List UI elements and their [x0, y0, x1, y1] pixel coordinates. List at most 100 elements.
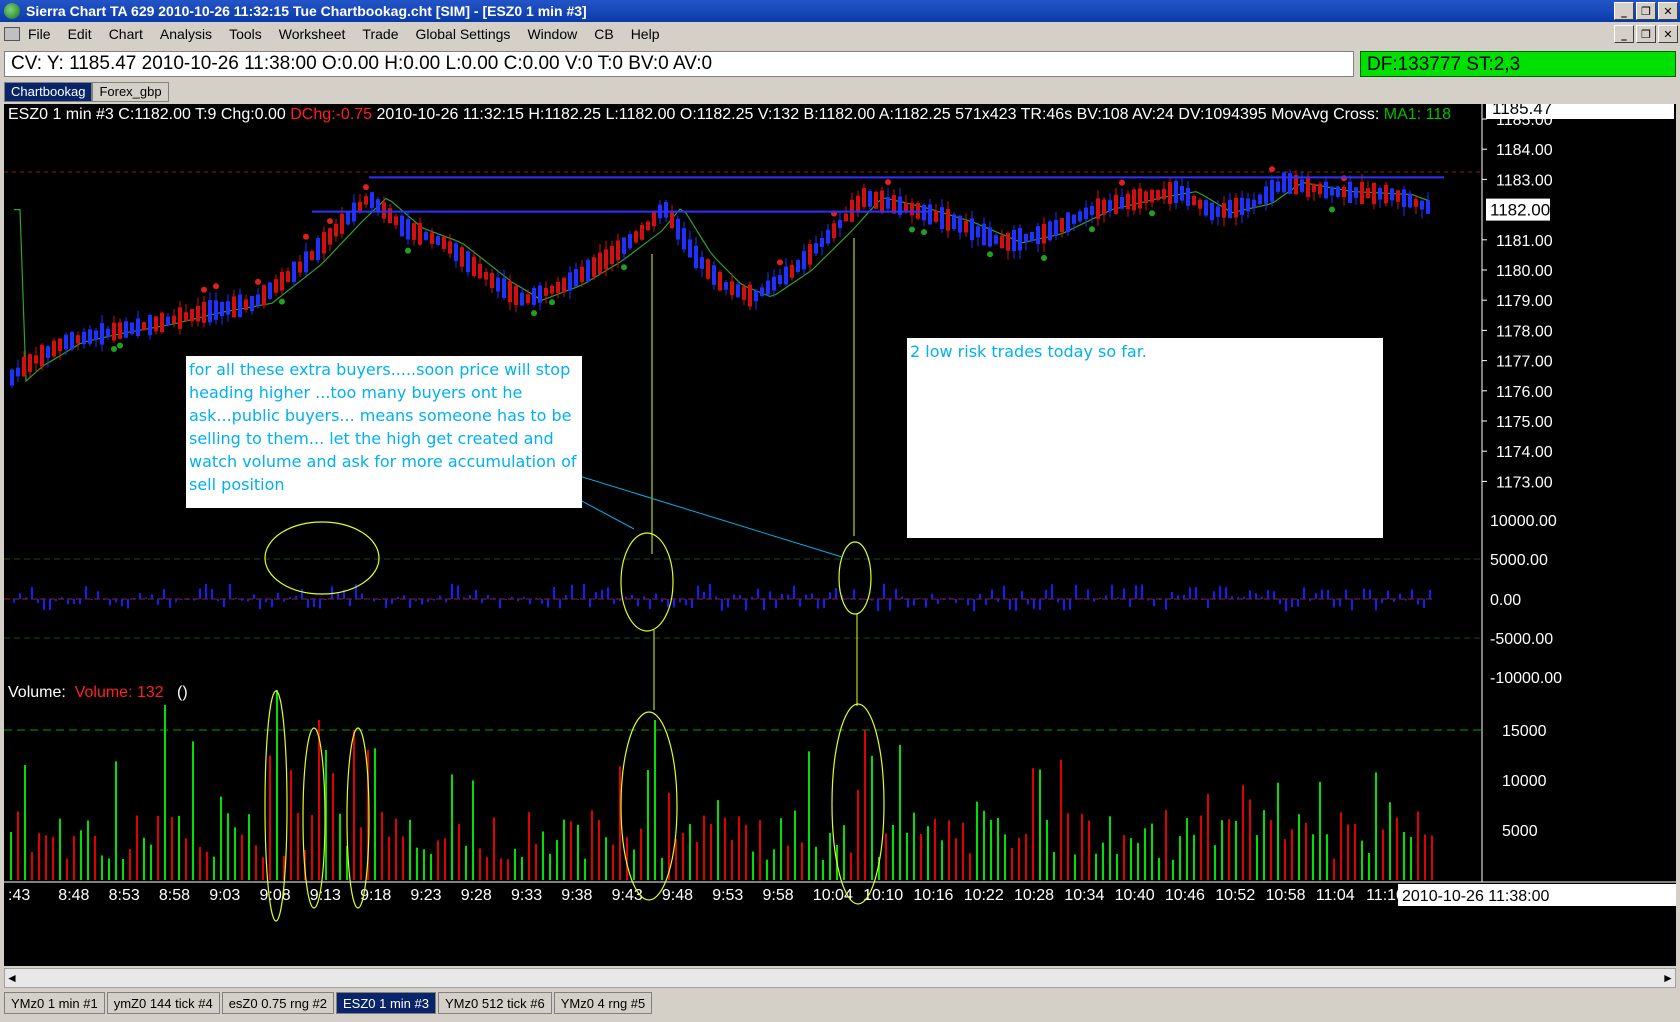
price-tick-label: 1178.00	[1496, 323, 1553, 340]
volume-bar	[1319, 781, 1321, 880]
pivot-low-dot	[279, 298, 285, 305]
volume-bar	[297, 813, 299, 880]
menu-global-settings[interactable]: Global Settings	[415, 26, 510, 42]
menu-chart[interactable]: Chart	[109, 26, 143, 42]
scroll-right-icon[interactable]: ►	[1661, 971, 1675, 985]
volume-bar	[1186, 818, 1188, 880]
price-bar	[364, 196, 368, 205]
chartbook-tab-chartbookag[interactable]: Chartbookag	[4, 82, 93, 102]
price-bar	[472, 256, 476, 277]
price-tick-label: 1176.00	[1496, 384, 1553, 401]
chart-area[interactable]: 1185.00 1184.00 1183.00 1181.00 1180.00 1179.…	[4, 104, 1676, 966]
volume-bar	[465, 845, 467, 880]
delta-bar	[493, 597, 495, 599]
price-bar	[586, 260, 590, 282]
chart-tab-ymz0-4rng[interactable]: YMz0 4 rng #5	[553, 992, 653, 1014]
volume-bar	[1424, 834, 1426, 880]
volume-bar	[1389, 802, 1391, 880]
delta-bar	[271, 599, 273, 608]
chart-tab-ymz0-144tick[interactable]: ymZ0 144 tick #4	[106, 992, 220, 1014]
mdi-close-button[interactable]: ✕	[1658, 25, 1678, 43]
chart-tab-esz0-1min[interactable]: ESZ0 1 min #3	[336, 992, 436, 1014]
chart-tab-ymz0-512tick[interactable]: YMz0 512 tick #6	[438, 992, 552, 1014]
volume-bar	[38, 833, 40, 880]
delta-bar	[637, 599, 639, 607]
volume-bar	[52, 837, 54, 880]
volume-bar	[402, 836, 404, 880]
price-bar	[742, 286, 746, 300]
document-icon[interactable]	[4, 27, 20, 41]
menu-window[interactable]: Window	[527, 26, 577, 42]
menu-file[interactable]: File	[28, 26, 51, 42]
annotation-buyers-note[interactable]: for all these extra buyers.....soon pric…	[186, 356, 582, 508]
price-bar	[622, 237, 626, 255]
volume-bar	[234, 827, 236, 880]
menu-cb[interactable]: CB	[594, 26, 613, 42]
price-bar	[334, 223, 338, 237]
mdi-restore-button[interactable]: ❐	[1636, 25, 1656, 43]
volume-bar	[1032, 768, 1034, 880]
scroll-left-icon[interactable]: ◄	[5, 971, 19, 985]
pivot-low-dot	[621, 264, 627, 271]
price-bar	[664, 202, 668, 218]
price-bar	[52, 340, 56, 357]
mdi-minimize-button[interactable]: _	[1614, 25, 1634, 43]
delta-bar	[1345, 589, 1347, 599]
price-bar	[322, 232, 326, 254]
volume-bar	[612, 844, 614, 880]
horizontal-scrollbar[interactable]: ◄ ►	[4, 968, 1676, 988]
price-bar	[784, 266, 788, 285]
volume-bar	[59, 818, 61, 880]
time-tick-label: 10:28	[1014, 887, 1054, 904]
menu-help[interactable]: Help	[631, 26, 660, 42]
price-bar	[298, 261, 302, 273]
delta-tick-label: 10000.00	[1490, 513, 1557, 530]
price-bar	[868, 190, 872, 207]
price-bar	[1210, 202, 1214, 221]
menu-worksheet[interactable]: Worksheet	[279, 26, 346, 42]
restore-button[interactable]: ❐	[1636, 2, 1656, 20]
price-bar	[574, 269, 578, 287]
delta-bar	[679, 599, 681, 603]
chartbook-tab-forex-gbp[interactable]: Forex_gbp	[92, 82, 169, 102]
volume-bar	[1207, 793, 1209, 880]
delta-bar	[649, 599, 651, 610]
delta-bar	[283, 599, 285, 602]
chart-tab-esz0-075rng[interactable]: esZ0 0.75 rng #2	[221, 992, 334, 1014]
chart-header-dchg: DChg:-0.75	[290, 106, 373, 123]
price-bar	[346, 211, 350, 225]
delta-bar	[391, 599, 393, 604]
price-bar	[820, 237, 824, 248]
delta-bar	[595, 592, 597, 599]
close-button[interactable]: ✕	[1658, 2, 1678, 20]
price-bar	[1216, 206, 1220, 217]
delta-bar	[1213, 591, 1215, 599]
delta-bar	[805, 594, 807, 599]
pivot-low-dot	[405, 247, 411, 254]
chart-tab-ymz0-1min[interactable]: YMz0 1 min #1	[4, 992, 105, 1014]
menu-tools[interactable]: Tools	[229, 26, 262, 42]
price-bar	[580, 266, 584, 282]
delta-bar	[739, 595, 741, 599]
delta-bar	[529, 599, 531, 605]
delta-bar	[505, 599, 507, 600]
volume-bar	[640, 828, 642, 880]
volume-bar	[794, 810, 796, 880]
price-bar	[694, 245, 698, 269]
price-bar	[460, 247, 464, 267]
minimize-button[interactable]: _	[1614, 2, 1634, 20]
volume-bar	[738, 816, 740, 880]
price-bar	[484, 272, 488, 280]
menu-trade[interactable]: Trade	[362, 26, 398, 42]
price-tick-label: 1181.00	[1496, 233, 1553, 250]
annotation-low-risk-note[interactable]: 2 low risk trades today so far.	[907, 338, 1383, 538]
volume-bar	[591, 810, 593, 880]
menu-analysis[interactable]: Analysis	[160, 26, 212, 42]
volume-bar	[1403, 832, 1405, 880]
delta-bar	[1069, 599, 1071, 610]
volume-bar	[374, 748, 376, 880]
delta-bar	[1393, 599, 1395, 602]
menu-edit[interactable]: Edit	[68, 26, 92, 42]
volume-bar	[1326, 834, 1328, 880]
price-chart[interactable]: 1185.001184.001183.001181.001180.001179.…	[4, 104, 1676, 966]
